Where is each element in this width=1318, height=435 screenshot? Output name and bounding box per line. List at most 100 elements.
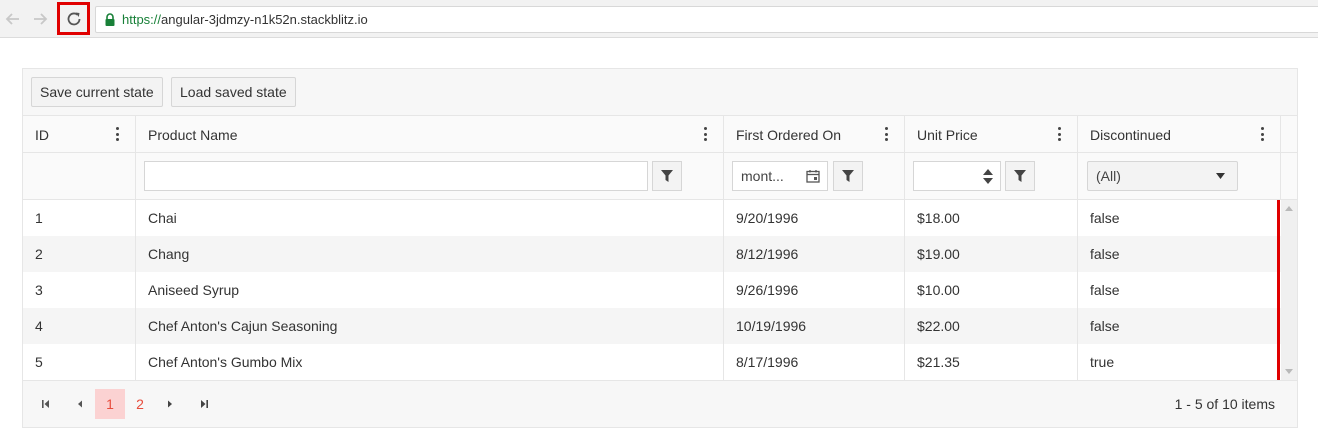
table-row[interactable]: 2 Chang 8/12/1996 $19.00 false (23, 236, 1281, 272)
cell-product-name: Chai (136, 200, 724, 236)
table-row[interactable]: 4 Chef Anton's Cajun Seasoning 10/19/199… (23, 308, 1281, 344)
table-row[interactable]: 5 Chef Anton's Gumbo Mix 8/17/1996 $21.3… (23, 344, 1281, 380)
data-grid: Save current state Load saved state ID P… (22, 68, 1298, 428)
cell-unit-price: $19.00 (905, 236, 1078, 272)
cell-product-name: Aniseed Syrup (136, 272, 724, 308)
cell-product-name: Chang (136, 236, 724, 272)
grid-toolbar: Save current state Load saved state (23, 69, 1297, 116)
last-page-button[interactable] (193, 393, 215, 415)
cell-unit-price: $18.00 (905, 200, 1078, 236)
dropdown-selected-value: (All) (1096, 168, 1121, 184)
column-title: Unit Price (917, 127, 978, 143)
next-page-icon (168, 400, 172, 408)
column-header-id[interactable]: ID (23, 116, 136, 152)
column-menu-icon[interactable] (113, 125, 121, 143)
last-page-icon (201, 400, 208, 408)
cell-unit-price: $10.00 (905, 272, 1078, 308)
pager-info: 1 - 5 of 10 items (1174, 396, 1275, 412)
cell-discontinued: false (1090, 246, 1120, 262)
reload-button[interactable] (57, 2, 90, 35)
filter-button[interactable] (1005, 161, 1035, 191)
save-state-button[interactable]: Save current state (31, 77, 163, 107)
cell-discontinued: false (1090, 210, 1120, 226)
filter-icon (842, 170, 854, 182)
back-button[interactable] (0, 6, 26, 32)
url-protocol: https:// (122, 12, 162, 27)
cell-first-ordered-on: 8/12/1996 (724, 236, 905, 272)
filter-scroll-spacer (1281, 153, 1297, 199)
column-header-first-ordered-on[interactable]: First Ordered On (724, 116, 905, 152)
arrow-left-icon (5, 13, 19, 25)
cell-discontinued: false (1090, 282, 1120, 298)
cell-discontinued: true (1090, 354, 1115, 370)
url-host: angular-3jdmzy-n1k52n.stackblitz.io (161, 12, 368, 27)
vertical-scrollbar[interactable] (1281, 200, 1297, 380)
calendar-icon[interactable] (802, 165, 824, 187)
header-scroll-spacer (1281, 116, 1297, 152)
first-page-icon (42, 400, 49, 408)
cell-discontinued: false (1090, 318, 1120, 334)
cell-unit-price: $21.35 (905, 344, 1078, 380)
page-number[interactable]: 1 (95, 389, 125, 419)
cell-product-name: Chef Anton's Cajun Seasoning (136, 308, 724, 344)
cell-first-ordered-on: 8/17/1996 (724, 344, 905, 380)
filter-icon (661, 170, 673, 182)
load-state-button[interactable]: Load saved state (171, 77, 296, 107)
numeric-spinner[interactable] (975, 162, 1001, 190)
column-header-unit-price[interactable]: Unit Price (905, 116, 1078, 152)
filter-button[interactable] (833, 161, 863, 191)
address-bar[interactable]: https://angular-3jdmzy-n1k52n.stackblitz… (95, 6, 1318, 33)
scroll-down-icon[interactable] (1285, 369, 1293, 374)
cell-id: 2 (23, 236, 136, 272)
date-filter-placeholder: mont... (741, 168, 784, 184)
scroll-up-icon[interactable] (1285, 206, 1293, 211)
cell-product-name: Chef Anton's Gumbo Mix (136, 344, 724, 380)
first-page-button[interactable] (35, 393, 57, 415)
url-text: https://angular-3jdmzy-n1k52n.stackblitz… (122, 12, 368, 27)
column-header-row: ID Product Name First Ordered On Unit Pr… (23, 116, 1297, 153)
chevron-down-icon (1216, 173, 1225, 179)
column-title: ID (35, 127, 49, 143)
column-header-product-name[interactable]: Product Name (136, 116, 724, 152)
caret-down-icon (983, 177, 993, 184)
previous-page-button[interactable] (69, 393, 91, 415)
reload-icon (67, 12, 80, 25)
cell-first-ordered-on: 9/26/1996 (724, 272, 905, 308)
page-number[interactable]: 2 (125, 389, 155, 419)
grid-body: 1 Chai 9/20/1996 $18.00 false 2 Chang 8/… (23, 200, 1281, 380)
column-header-discontinued[interactable]: Discontinued (1078, 116, 1281, 152)
column-menu-icon[interactable] (701, 125, 709, 143)
forward-button[interactable] (27, 6, 53, 32)
highlight-marker (1277, 200, 1280, 380)
previous-page-icon (78, 400, 82, 408)
filter-cell-product-name (136, 153, 724, 199)
pager: 1 2 1 - 5 of 10 items (23, 380, 1297, 427)
filter-cell-id (23, 153, 136, 199)
cell-unit-price: $22.00 (905, 308, 1078, 344)
table-row[interactable]: 3 Aniseed Syrup 9/26/1996 $10.00 false (23, 272, 1281, 308)
cell-id: 3 (23, 272, 136, 308)
lock-icon (102, 12, 118, 28)
column-menu-icon[interactable] (1258, 125, 1266, 143)
column-menu-icon[interactable] (1055, 125, 1063, 143)
filter-cell-first-ordered-on: mont... (724, 153, 905, 199)
cell-first-ordered-on: 10/19/1996 (724, 308, 905, 344)
filter-row: mont... (All) (23, 153, 1297, 200)
cell-first-ordered-on: 9/20/1996 (724, 200, 905, 236)
filter-button[interactable] (652, 161, 682, 191)
table-row[interactable]: 1 Chai 9/20/1996 $18.00 false (23, 200, 1281, 236)
product-name-filter-input[interactable] (144, 161, 648, 191)
filter-cell-unit-price (905, 153, 1078, 199)
discontinued-filter-dropdown[interactable]: (All) (1087, 161, 1238, 191)
column-menu-icon[interactable] (882, 125, 890, 143)
column-title: First Ordered On (736, 127, 842, 143)
caret-up-icon (983, 168, 993, 175)
cell-id: 5 (23, 344, 136, 380)
filter-cell-discontinued: (All) (1078, 153, 1281, 199)
next-page-button[interactable] (159, 393, 181, 415)
cell-id: 4 (23, 308, 136, 344)
arrow-right-icon (34, 13, 48, 25)
filter-icon (1014, 170, 1026, 182)
cell-id: 1 (23, 200, 136, 236)
column-title: Product Name (148, 127, 238, 143)
